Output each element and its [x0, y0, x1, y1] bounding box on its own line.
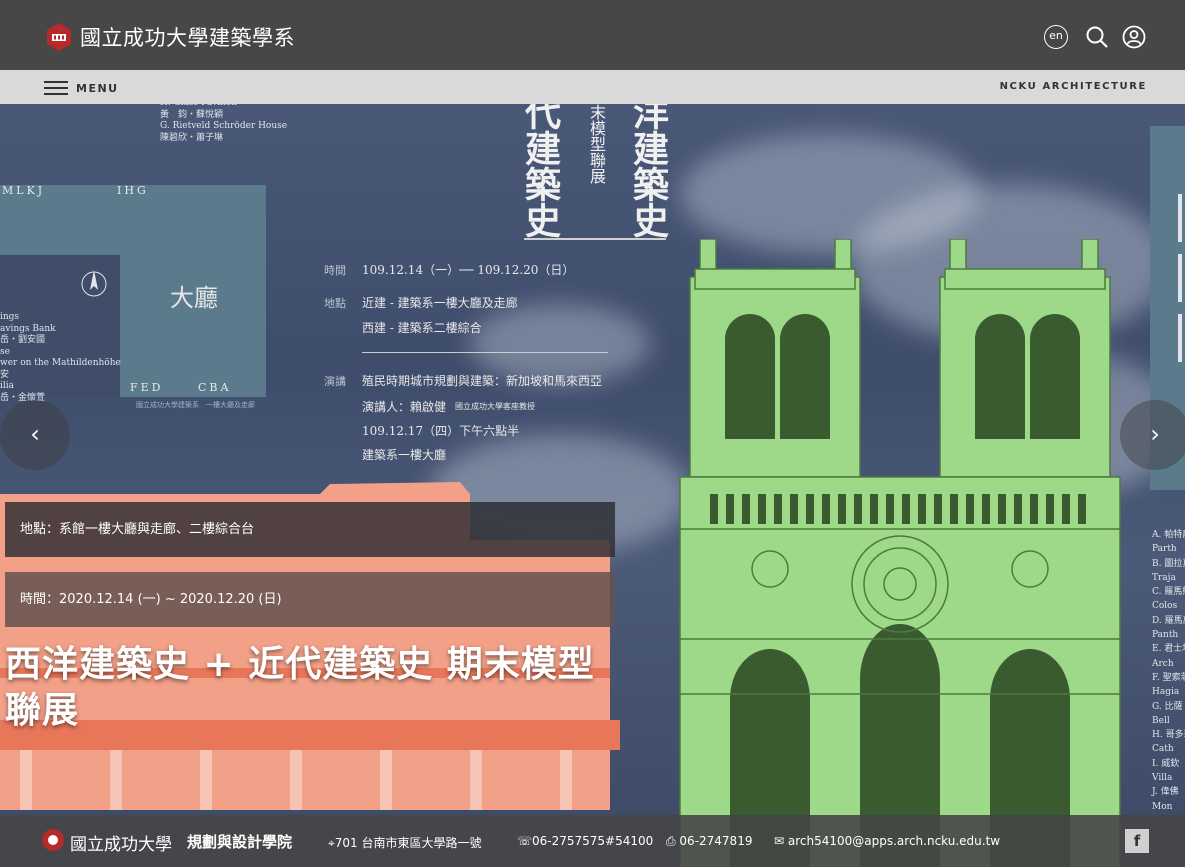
poster-list-item: G. 比薩 — [1152, 701, 1183, 712]
poster-list-item: Panth — [1152, 630, 1179, 641]
site-header: 國立成功大學建築學系 en — [0, 0, 1185, 70]
poster-list-item: 岳・劉安國 — [0, 335, 46, 345]
user-icon[interactable] — [1122, 25, 1146, 49]
poster-list-item: I. 威欽 — [1152, 758, 1180, 769]
poster-list-item: ings — [0, 312, 20, 322]
poster-list-item: wer on the Mathildenhöhe — [0, 358, 121, 368]
poster-list-item: Colos — [1152, 601, 1178, 612]
site-title[interactable]: 國立成功大學建築學系 — [80, 22, 295, 52]
poster-list-item: C. 羅馬競 — [1152, 587, 1185, 598]
fax-icon: ⎙ — [666, 834, 680, 848]
menu-label: MENU — [76, 81, 119, 95]
slide-time-caption: 時間：2020.12.14 (一) ~ 2020.12.20 (日) — [5, 572, 615, 627]
footer-address: ⌖701 台南市東區大學路一號 — [328, 836, 482, 850]
search-icon[interactable] — [1085, 25, 1109, 49]
left-exhibit-list: ings avings Bank 岳・劉安國 se wer on the Mathild… — [0, 312, 121, 404]
time-label: 時間 — [324, 264, 346, 277]
talk-time: 109.12.17（四）下午六點半 — [362, 424, 520, 438]
poster-list-item: F. 聖索菲 — [1152, 672, 1185, 683]
right-panel-mark — [1178, 194, 1182, 242]
poster-list-item: D. 羅馬萬 — [1152, 615, 1185, 626]
talk-speaker-title: 國立成功大學客座教授 — [455, 402, 535, 411]
poster-subtitle: 末模型聯展 — [587, 104, 606, 184]
poster-list-item: Arch — [1152, 658, 1174, 669]
poster-list-item: Parth — [1152, 544, 1177, 555]
slide-headline[interactable]: 西洋建築史 + 近代建築史 期末模型聯展 — [5, 642, 625, 734]
language-toggle-button[interactable]: en — [1044, 25, 1068, 49]
sub-navigation-bar: MENU NCKU ARCHITECTURE — [0, 70, 1185, 104]
poster-list-item: Traja — [1152, 572, 1176, 583]
right-exhibit-list: A. 帕特農 Parth B. 圖拉真 Traja C. 羅馬競 Colos D. 羅馬萬 P… — [1152, 528, 1185, 814]
talk-label: 演講 — [324, 375, 346, 388]
notre-dame-cathedral-illustration — [679, 239, 1121, 867]
pavilion-list: H. Glass Pavilion黃 鈞・蘇悅穎G. Rietveld Schr… — [160, 104, 287, 144]
poster-list-item: Cath — [1152, 744, 1174, 755]
slide-location-caption: 地點：系館一樓大廳與走廊、二樓綜合台 — [5, 502, 615, 557]
poster-list-item: A. 帕特農 — [1152, 530, 1185, 540]
footer-school-name[interactable]: 國立成功大學 — [70, 830, 172, 855]
site-footer: 國立成功大學 規劃與設計學院 ⌖701 台南市東區大學路一號 ☏06-27575… — [0, 815, 1185, 867]
right-panel-mark — [1178, 254, 1182, 302]
poster-list-item: H. 哥多華 — [1152, 730, 1185, 741]
footer-phone: ☏06-2757575#54100 — [517, 834, 654, 848]
carousel-next-button[interactable]: › — [1120, 400, 1185, 470]
location-pin-icon: ⌖ — [328, 836, 335, 850]
poster-list-item: Hagia — [1152, 687, 1180, 698]
map-letters-top-left: MLKJ — [2, 184, 46, 197]
menu-button[interactable]: MENU — [44, 78, 119, 98]
poster-list-item: Villa — [1152, 773, 1173, 784]
talk-speaker: 演講人：賴啟健 — [362, 400, 447, 414]
poster-list-item: J. 偉佛 — [1152, 787, 1179, 798]
poster-list-item: 陳碧欣・蕭子琳 — [160, 132, 224, 143]
phone-icon: ☏ — [517, 834, 533, 848]
poster-list-item: Mon — [1152, 801, 1173, 812]
map-letters-bottom-left: FED — [130, 381, 164, 394]
poster-list-item: B. 圖拉真 — [1152, 558, 1185, 569]
ncku-logo-icon[interactable] — [44, 22, 74, 52]
footer-fax: ⎙ 06-2747819 — [666, 834, 753, 848]
poster-title-left: 代建築史 — [519, 104, 561, 238]
hall-label: 大廳 — [170, 284, 218, 312]
footer-college[interactable]: 規劃與設計學院 — [187, 831, 292, 852]
hamburger-icon — [44, 81, 68, 95]
place-value-2: 西建 - 建築系二樓綜合 — [362, 321, 482, 335]
poster-list-item: 安 — [0, 369, 10, 380]
map-letters-bottom-right: CBA — [198, 381, 232, 394]
hero-carousel: 大廳 MLKJ IHG FED CBA 國立成功大學建築系 一樓大廳及走廊 in… — [0, 104, 1185, 867]
poster-list-item: E. 君士坦 — [1152, 644, 1185, 655]
chevron-right-icon: › — [1150, 420, 1160, 448]
brand-text[interactable]: NCKU ARCHITECTURE — [1000, 81, 1147, 92]
info-divider — [362, 352, 608, 353]
mail-icon: ✉ — [774, 834, 788, 848]
talk-place: 建築系一樓大廳 — [362, 448, 447, 462]
facebook-link-button[interactable]: f — [1125, 829, 1149, 853]
footer-email[interactable]: ✉ arch54100@apps.arch.ncku.edu.tw — [774, 834, 1000, 848]
compass-icon — [81, 270, 107, 297]
ncku-seal-icon — [42, 829, 64, 851]
poster-list-item: Bell — [1152, 715, 1170, 726]
place-value-1: 近建 - 建築系一樓大廳及走廊 — [362, 296, 518, 310]
carousel-prev-button[interactable]: ‹ — [0, 400, 70, 470]
poster-list-item: avings Bank — [0, 323, 56, 334]
place-label: 地點 — [324, 297, 346, 310]
map-letters-top-right: IHG — [117, 184, 149, 197]
chevron-left-icon: ‹ — [30, 420, 40, 448]
poster-list-item: ilia — [0, 381, 15, 391]
poster-list-item: G. Rietveld Schröder House — [160, 121, 288, 131]
poster-list-item: se — [0, 346, 10, 357]
poster-title-right: 洋建築史 — [627, 104, 669, 238]
title-rule — [524, 238, 666, 240]
map-caption: 國立成功大學建築系 一樓大廳及走廊 — [136, 401, 255, 409]
poster-list-item: 黃 鈞・蘇悅穎 — [160, 109, 224, 120]
right-panel-mark — [1178, 314, 1182, 362]
talk-title: 殖民時期城市規劃與建築：新加坡和馬來西亞 — [362, 374, 603, 388]
time-value: 109.12.14（一）── 109.12.20（日） — [362, 263, 575, 277]
poster-list-item: 岳・金懷萱 — [0, 392, 46, 403]
